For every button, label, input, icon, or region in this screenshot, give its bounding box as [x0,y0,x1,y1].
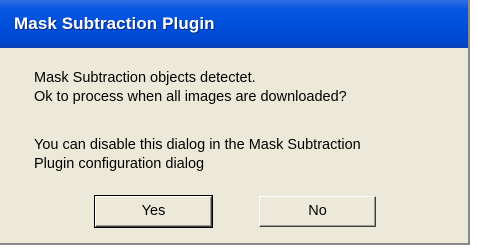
message-line-3: You can disable this dialog in the Mask … [34,137,361,153]
message-block-1: Mask Subtraction objects detectet. Ok to… [34,69,347,107]
message-line-4: Plugin configuration dialog [34,156,205,172]
message-line-1: Mask Subtraction objects detectet. [34,70,256,86]
message-line-2: Ok to process when all images are downlo… [34,89,347,105]
plugin-dialog: Mask Subtraction Plugin Mask Subtraction… [0,0,470,245]
message-block-2: You can disable this dialog in the Mask … [34,136,361,174]
yes-button[interactable]: Yes [94,195,213,228]
dialog-title: Mask Subtraction Plugin [14,14,215,33]
no-button[interactable]: No [259,196,376,227]
title-bar[interactable]: Mask Subtraction Plugin [0,0,468,48]
